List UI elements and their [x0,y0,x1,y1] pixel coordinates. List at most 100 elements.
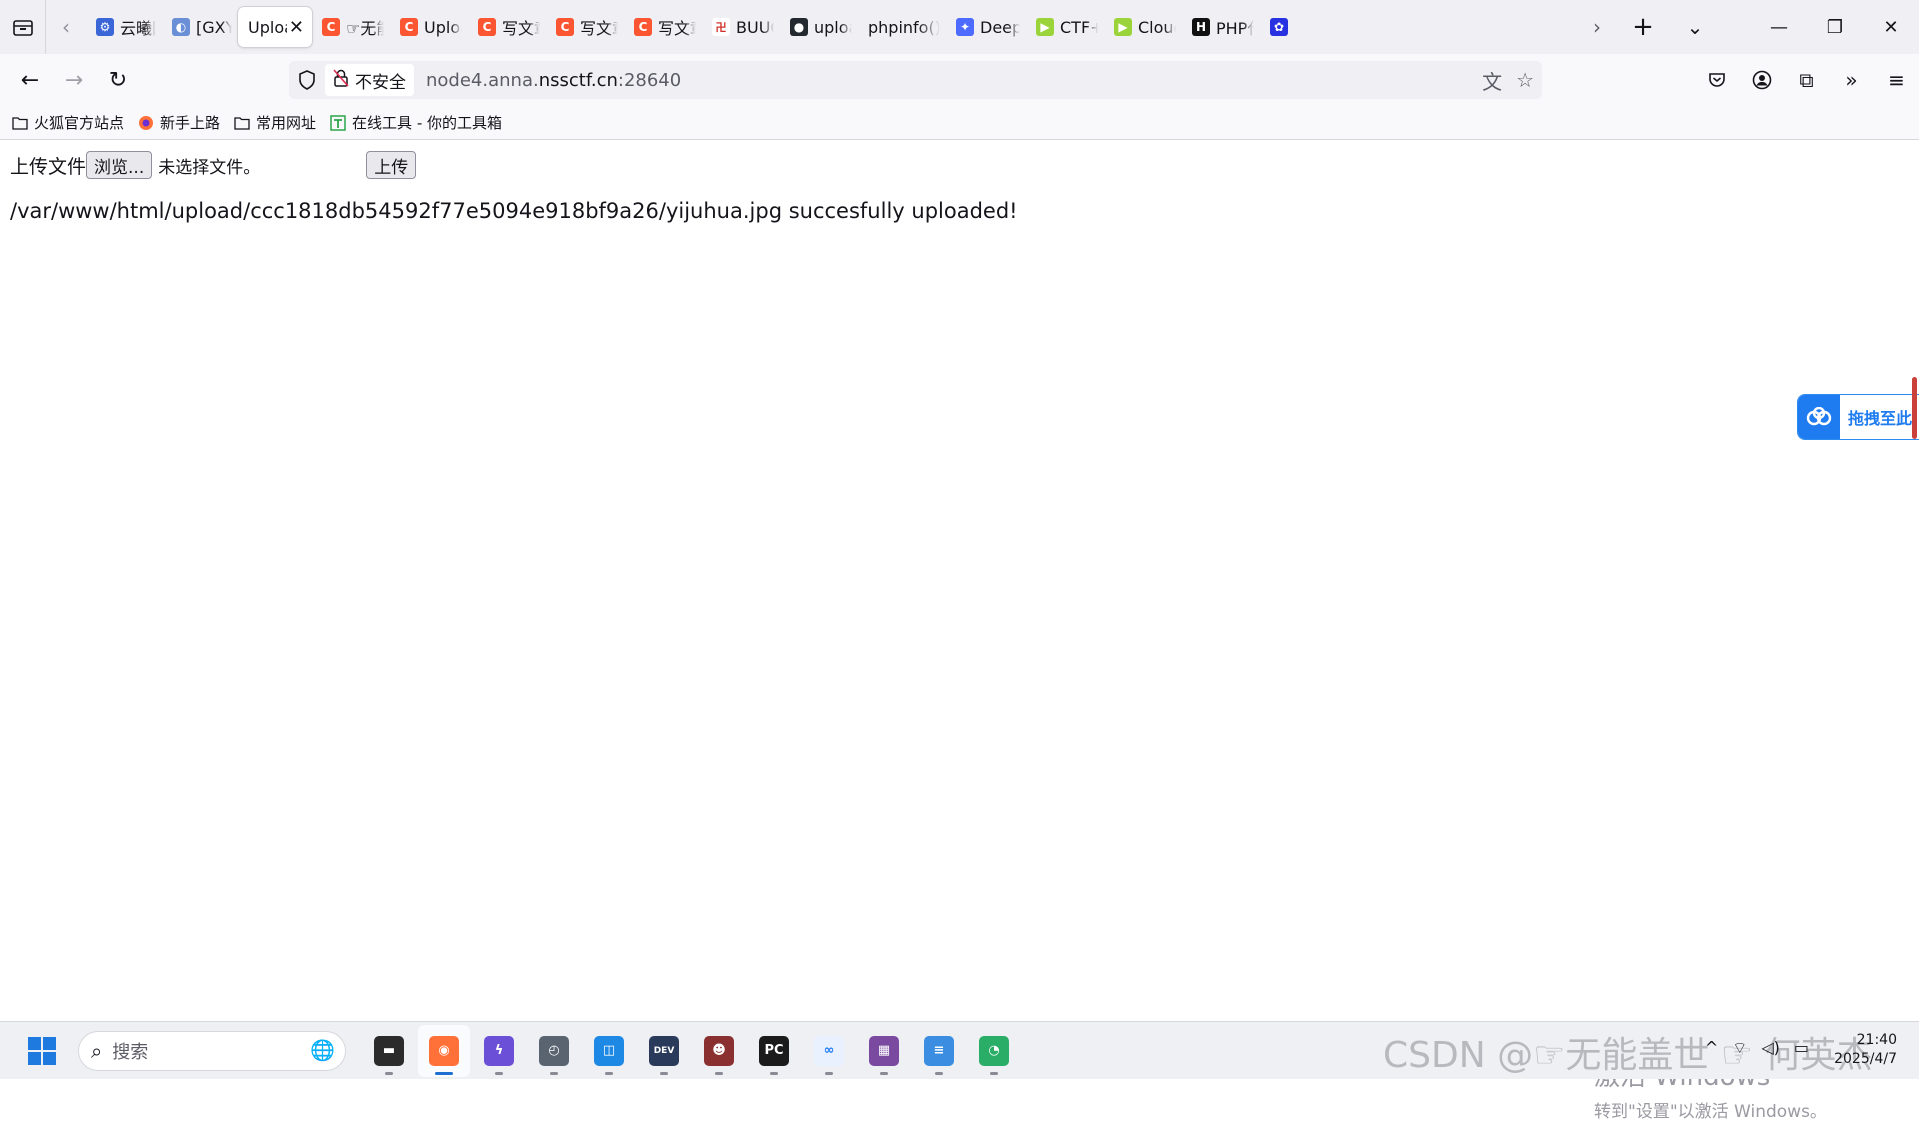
wechat-app[interactable]: ◔ [968,1025,1020,1077]
extensions-icon[interactable]: ⧉ [1784,54,1829,106]
search-placeholder: 搜索 [112,1041,149,1063]
side-handle[interactable] [1912,377,1917,439]
tab[interactable]: ▶ CTF+ [1026,7,1104,47]
url-text[interactable]: node4.anna.nssctf.cn:28640 [426,70,681,91]
scroll-tabs-right-icon[interactable]: › [1577,0,1617,54]
bookmark-item[interactable]: 在线工具 - 你的工具箱 [330,112,502,133]
translate-icon[interactable]: 文 [1482,66,1502,95]
tab[interactable]: C Uploa [390,7,468,47]
taskbar-search-input[interactable]: ⌕ 搜索 🌐 [78,1030,346,1071]
tab[interactable]: C 写文章 [546,7,624,47]
bookmark-star-icon[interactable]: ☆ [1516,68,1534,92]
insecure-connection-badge[interactable]: 不安全 [325,64,414,96]
back-icon[interactable]: ← [8,58,52,102]
tray-chevron-icon[interactable]: ^ [1705,1038,1718,1058]
tab-favicon-icon: H [1192,18,1210,36]
minimize-icon[interactable]: — [1751,0,1807,54]
tab-favicon-icon: C [322,18,340,36]
clock-app[interactable]: ◴ [528,1025,580,1077]
winrar-app[interactable]: ▦ [858,1025,910,1077]
running-indicator [605,1071,613,1075]
menu-icon[interactable]: ≡ [1874,54,1919,106]
tab[interactable]: 卍 BUUC [702,7,780,47]
running-indicator [770,1071,778,1075]
baidunetdisk-icon: ∞ [814,1035,844,1066]
battery-icon[interactable]: ▭ [1794,1038,1809,1058]
firefox-app[interactable]: ◉ [418,1024,470,1077]
tab-list-icon[interactable] [0,0,46,54]
list-all-tabs-icon[interactable]: ⌄ [1669,0,1721,54]
url-host: node4.anna. [426,69,539,91]
running-indicator [385,1071,393,1075]
bookmark-label: 在线工具 - 你的工具箱 [352,114,502,132]
tab-favicon-icon: ⚙ [96,18,114,36]
network-icon[interactable]: ⌔ [1732,1038,1747,1058]
tab-label: [GXYC [196,17,232,37]
tab-favicon-icon: ● [790,18,808,36]
tab[interactable]: ● uploa [780,7,858,47]
new-tab-icon[interactable]: + [1617,0,1669,54]
tab-label: Cloud [1138,17,1176,37]
upload-submit-button[interactable]: 上传 [366,151,417,179]
more-tools-icon[interactable]: » [1829,54,1874,106]
visual-studio-app[interactable]: ϟ [473,1025,525,1077]
navigation-bar: ← → ↻ 不安全 node4.anna.nssctf.cn:28640 文 ☆… [0,54,1919,106]
tab[interactable]: ◐ [GXYC [162,7,238,47]
url-bar[interactable]: 不安全 node4.anna.nssctf.cn:28640 文 ☆ [289,61,1542,99]
taskbar-clock[interactable]: 21:40 2025/4/7 [1834,1031,1897,1069]
pycharm-app[interactable]: PC [748,1025,800,1077]
wechat-icon: ◔ [979,1035,1009,1066]
tab[interactable]: C 写文章 [624,7,702,47]
pocket-icon[interactable] [1694,54,1739,106]
upload-label: 上传文件 [10,155,87,178]
tab-label: DeepS [980,17,1020,37]
forward-icon[interactable]: → [52,58,96,102]
bookmark-label: 新手上路 [160,114,221,132]
bookmark-item[interactable]: 新手上路 [138,112,220,133]
close-tab-icon[interactable]: ✕ [289,17,304,38]
tab-baidu[interactable]: ✿ [1260,7,1290,47]
file-explorer-app[interactable]: ▬ [363,1025,415,1077]
firefox-icon: ◉ [429,1035,459,1066]
tab[interactable]: ✦ DeepS [946,7,1026,47]
scroll-tabs-left-icon[interactable]: ‹ [46,0,86,54]
tab[interactable]: phpinfo() [858,7,946,47]
clock-icon: ◴ [539,1035,569,1066]
reload-icon[interactable]: ↻ [96,58,140,102]
tab-active[interactable]: Upload✕ [238,7,312,47]
browse-button[interactable]: 浏览... [86,151,153,179]
baidunetdisk-app[interactable]: ∞ [803,1025,855,1077]
bookmark-item[interactable]: 常用网址 [234,112,316,133]
tab-favicon-icon: ✦ [956,18,974,36]
page-content: 上传文件 浏览... 未选择文件。 上传 /var/www/html/uploa… [0,141,1919,1122]
tab[interactable]: ⚙ 云曦网 [86,7,162,47]
tab-favicon-icon: C [400,18,418,36]
tracking-protection-icon[interactable] [289,70,325,90]
tool-icon [330,114,346,131]
tab-label: BUUC [736,17,774,37]
insecure-lock-icon [333,68,349,92]
tab[interactable]: ▶ Cloud [1104,7,1182,47]
windows-start-icon[interactable] [18,1027,66,1075]
clock-date: 2025/4/7 [1834,1051,1897,1067]
upload-form: 上传文件 浏览... 未选择文件。 上传 [10,151,417,179]
folder-icon [12,116,28,130]
volume-icon[interactable]: ◁) [1761,1038,1780,1058]
restore-icon[interactable]: ❐ [1807,0,1863,54]
tab[interactable]: H PHP代 [1182,7,1260,47]
tab[interactable]: C ☞无能 [312,7,390,47]
devc-app[interactable]: DEV [638,1025,690,1077]
game-app[interactable]: ☻ [693,1025,745,1077]
tab-label: phpinfo() [868,17,940,37]
account-icon[interactable] [1739,54,1784,106]
tab-favicon-icon: ▶ [1036,18,1054,36]
baidu-netdisk-drop-widget[interactable]: 拖拽至此 [1797,394,1919,440]
bookmark-label: 火狐官方站点 [34,114,125,132]
close-window-icon[interactable]: ✕ [1863,0,1919,54]
tab-label: Upload [248,17,287,37]
tab[interactable]: C 写文章 [468,7,546,47]
vmware-app[interactable]: ◫ [583,1025,635,1077]
running-indicator [825,1071,833,1075]
notepad-app[interactable]: ≡ [913,1025,965,1077]
bookmark-item[interactable]: 火狐官方站点 [12,112,124,133]
